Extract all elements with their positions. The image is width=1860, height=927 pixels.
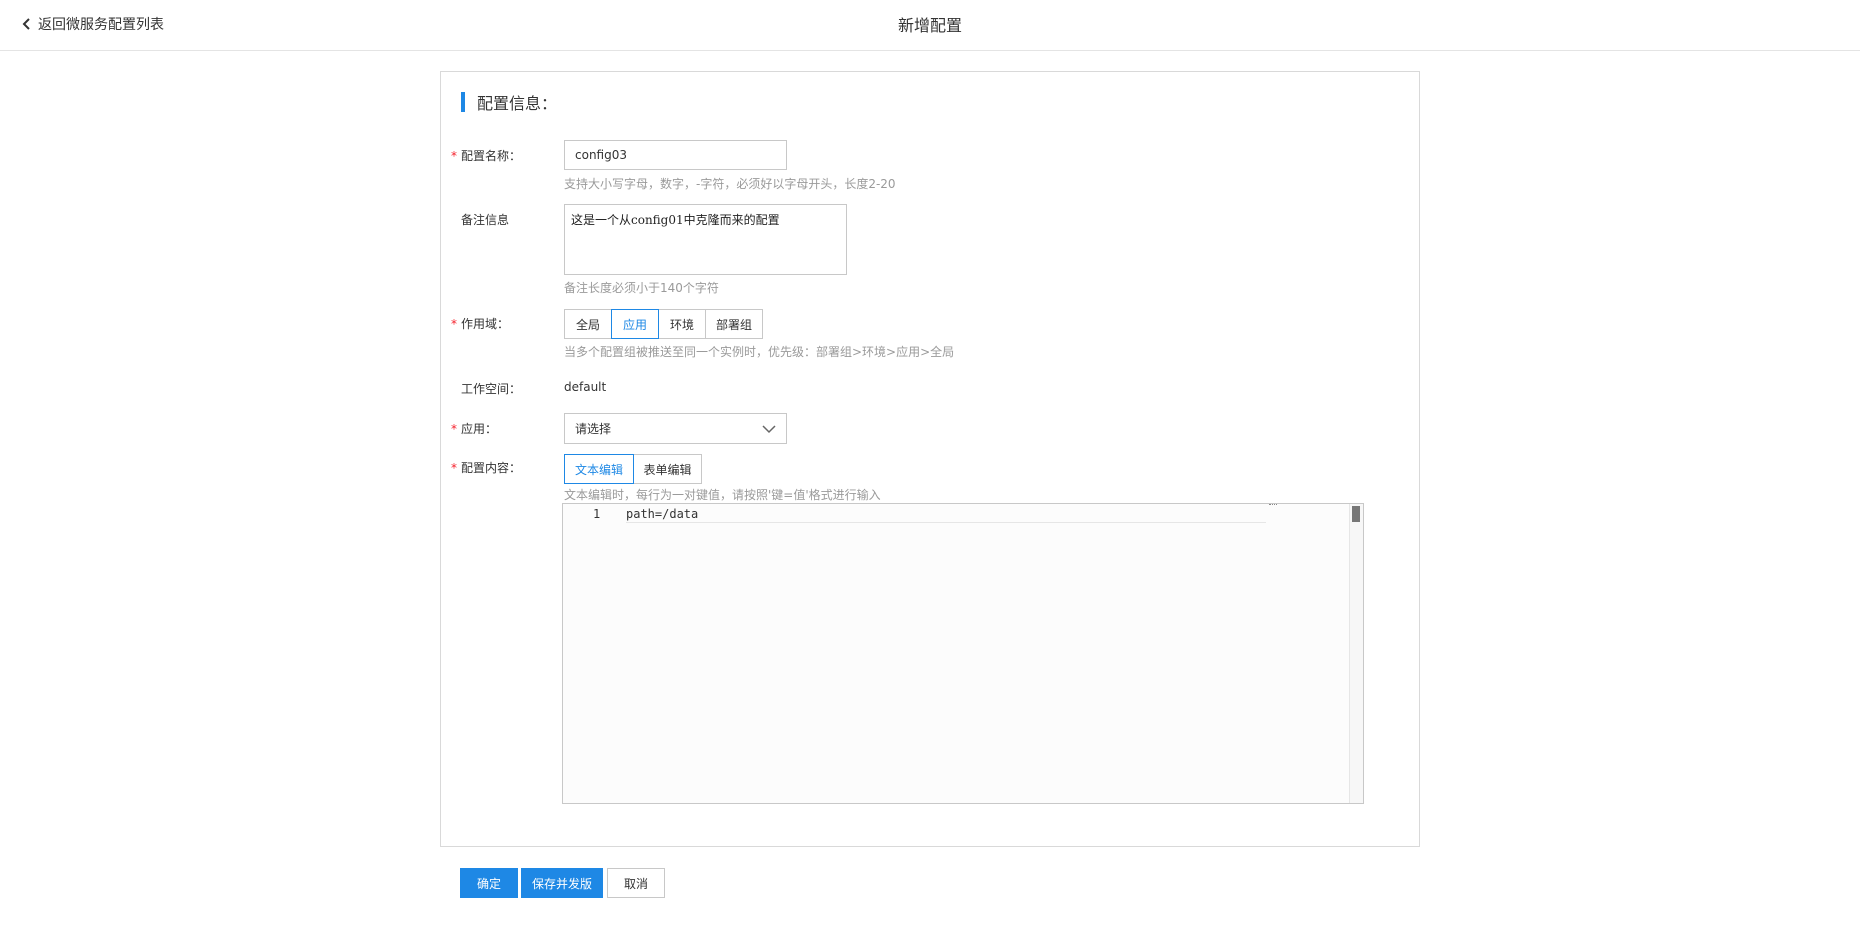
required-mark: * bbox=[451, 461, 457, 475]
app-label: * 应用： bbox=[451, 420, 497, 437]
remark-label-text: 备注信息 bbox=[461, 213, 510, 227]
config-name-hint: 支持大小写字母，数字，-字符，必须好以字母开头，长度2-20 bbox=[564, 177, 896, 191]
required-mark: * bbox=[451, 422, 457, 436]
back-to-config-list-link[interactable]: 返回微服务配置列表 bbox=[22, 12, 164, 36]
workspace-value: default bbox=[564, 380, 607, 394]
config-name-input[interactable]: config03 bbox=[564, 140, 787, 170]
section-title-text: 配置信息： bbox=[477, 94, 558, 113]
required-mark: * bbox=[451, 149, 457, 163]
scope-label: * 作用域： bbox=[451, 315, 509, 332]
scope-option-global[interactable]: 全局 bbox=[564, 309, 612, 339]
remark-label: 备注信息 bbox=[451, 211, 509, 228]
confirm-button[interactable]: 确定 bbox=[460, 868, 518, 898]
mode-form-edit-button[interactable]: 表单编辑 bbox=[633, 454, 702, 484]
required-mark: * bbox=[451, 317, 457, 331]
save-and-publish-button[interactable]: 保存并发版 bbox=[521, 868, 603, 898]
code-editor[interactable]: 1 path=/data bbox=[562, 503, 1364, 804]
scope-segmented-control: 全局 应用 环境 部署组 bbox=[564, 309, 763, 339]
mode-text-edit-button[interactable]: 文本编辑 bbox=[564, 454, 634, 484]
section-title: 配置信息： bbox=[461, 90, 557, 114]
current-line-highlight bbox=[626, 522, 1266, 523]
back-link-label: 返回微服务配置列表 bbox=[38, 17, 164, 33]
config-name-label-text: 配置名称： bbox=[461, 149, 522, 163]
config-form-card: 配置信息： * 配置名称： config03 支持大小写字母，数字，-字符，必须好… bbox=[440, 71, 1420, 847]
cancel-button[interactable]: 取消 bbox=[607, 868, 665, 898]
workspace-label: 工作空间： bbox=[451, 380, 521, 397]
remark-hint: 备注长度必须小于140个字符 bbox=[564, 281, 719, 295]
section-title-accent-bar bbox=[461, 92, 465, 112]
scope-option-application[interactable]: 应用 bbox=[611, 309, 659, 339]
content-hint: 文本编辑时，每行为一对键值，请按照'键=值'格式进行输入 bbox=[564, 488, 881, 502]
scope-option-deploy-group[interactable]: 部署组 bbox=[705, 309, 763, 339]
top-header: 返回微服务配置列表 新增配置 bbox=[0, 0, 1860, 51]
content-label: * 配置内容： bbox=[451, 459, 521, 476]
remark-textarea[interactable]: 这是一个从config01中克隆而来的配置 bbox=[564, 204, 847, 275]
editor-vertical-scrollbar[interactable] bbox=[1349, 504, 1363, 803]
scope-hint: 当多个配置组被推送至同一个实例时，优先级：部署组>环境>应用>全局 bbox=[564, 345, 955, 359]
content-label-text: 配置内容： bbox=[461, 461, 522, 475]
line-number: 1 bbox=[593, 507, 601, 521]
scope-label-text: 作用域： bbox=[461, 317, 510, 331]
chevron-down-icon bbox=[762, 424, 776, 433]
content-mode-switch: 文本编辑 表单编辑 bbox=[564, 454, 702, 484]
app-label-text: 应用： bbox=[461, 422, 498, 436]
config-name-label: * 配置名称： bbox=[451, 147, 521, 164]
app-select[interactable]: 请选择 bbox=[564, 413, 787, 444]
scrollbar-thumb[interactable] bbox=[1352, 506, 1360, 522]
app-select-placeholder: 请选择 bbox=[575, 422, 612, 436]
scope-option-environment[interactable]: 环境 bbox=[658, 309, 706, 339]
chevron-left-icon bbox=[22, 18, 30, 30]
minimap-marker bbox=[1269, 504, 1277, 507]
workspace-label-text: 工作空间： bbox=[461, 382, 522, 396]
page-title: 新增配置 bbox=[897, 16, 962, 35]
code-line[interactable]: path=/data bbox=[626, 507, 698, 521]
